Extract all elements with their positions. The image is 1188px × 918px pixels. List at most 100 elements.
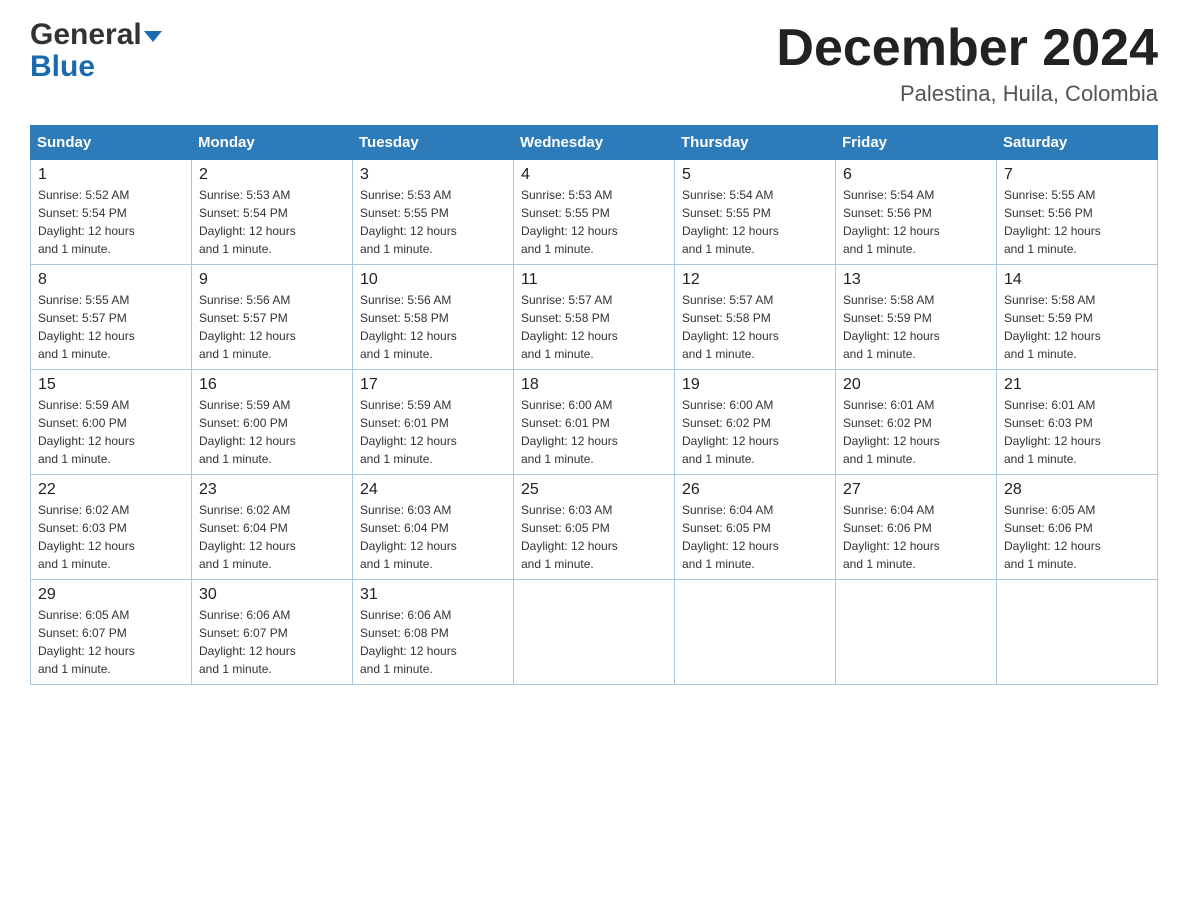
calendar-cell: 18 Sunrise: 6:00 AM Sunset: 6:01 PM Dayl…	[514, 370, 675, 475]
calendar-cell: 21 Sunrise: 6:01 AM Sunset: 6:03 PM Dayl…	[997, 370, 1158, 475]
day-number: 15	[38, 376, 184, 394]
day-info: Sunrise: 5:56 AM Sunset: 5:58 PM Dayligh…	[360, 291, 506, 363]
day-number: 19	[682, 376, 828, 394]
weekday-header-saturday: Saturday	[997, 126, 1158, 160]
calendar-week-row: 15 Sunrise: 5:59 AM Sunset: 6:00 PM Dayl…	[31, 370, 1158, 475]
day-info: Sunrise: 5:57 AM Sunset: 5:58 PM Dayligh…	[521, 291, 667, 363]
calendar-cell: 2 Sunrise: 5:53 AM Sunset: 5:54 PM Dayli…	[192, 160, 353, 265]
day-info: Sunrise: 6:05 AM Sunset: 6:07 PM Dayligh…	[38, 606, 184, 678]
day-number: 24	[360, 481, 506, 499]
calendar-cell: 22 Sunrise: 6:02 AM Sunset: 6:03 PM Dayl…	[31, 475, 192, 580]
day-number: 16	[199, 376, 345, 394]
day-info: Sunrise: 5:52 AM Sunset: 5:54 PM Dayligh…	[38, 186, 184, 258]
weekday-header-tuesday: Tuesday	[353, 126, 514, 160]
day-number: 20	[843, 376, 989, 394]
calendar-cell: 25 Sunrise: 6:03 AM Sunset: 6:05 PM Dayl…	[514, 475, 675, 580]
calendar-cell: 24 Sunrise: 6:03 AM Sunset: 6:04 PM Dayl…	[353, 475, 514, 580]
calendar-cell: 10 Sunrise: 5:56 AM Sunset: 5:58 PM Dayl…	[353, 265, 514, 370]
calendar-table: SundayMondayTuesdayWednesdayThursdayFrid…	[30, 125, 1158, 685]
weekday-header-thursday: Thursday	[675, 126, 836, 160]
calendar-cell: 4 Sunrise: 5:53 AM Sunset: 5:55 PM Dayli…	[514, 160, 675, 265]
day-number: 13	[843, 271, 989, 289]
day-number: 2	[199, 166, 345, 184]
day-info: Sunrise: 6:00 AM Sunset: 6:01 PM Dayligh…	[521, 396, 667, 468]
day-number: 28	[1004, 481, 1150, 499]
day-info: Sunrise: 6:03 AM Sunset: 6:04 PM Dayligh…	[360, 501, 506, 573]
calendar-week-row: 1 Sunrise: 5:52 AM Sunset: 5:54 PM Dayli…	[31, 160, 1158, 265]
calendar-week-row: 22 Sunrise: 6:02 AM Sunset: 6:03 PM Dayl…	[31, 475, 1158, 580]
calendar-week-row: 29 Sunrise: 6:05 AM Sunset: 6:07 PM Dayl…	[31, 580, 1158, 685]
calendar-cell: 5 Sunrise: 5:54 AM Sunset: 5:55 PM Dayli…	[675, 160, 836, 265]
calendar-cell: 15 Sunrise: 5:59 AM Sunset: 6:00 PM Dayl…	[31, 370, 192, 475]
calendar-cell: 13 Sunrise: 5:58 AM Sunset: 5:59 PM Dayl…	[836, 265, 997, 370]
day-info: Sunrise: 6:02 AM Sunset: 6:04 PM Dayligh…	[199, 501, 345, 573]
calendar-cell: 14 Sunrise: 5:58 AM Sunset: 5:59 PM Dayl…	[997, 265, 1158, 370]
day-info: Sunrise: 5:59 AM Sunset: 6:00 PM Dayligh…	[199, 396, 345, 468]
calendar-cell: 28 Sunrise: 6:05 AM Sunset: 6:06 PM Dayl…	[997, 475, 1158, 580]
calendar-cell: 30 Sunrise: 6:06 AM Sunset: 6:07 PM Dayl…	[192, 580, 353, 685]
day-number: 5	[682, 166, 828, 184]
day-number: 11	[521, 271, 667, 289]
calendar-cell: 29 Sunrise: 6:05 AM Sunset: 6:07 PM Dayl…	[31, 580, 192, 685]
day-number: 18	[521, 376, 667, 394]
day-info: Sunrise: 6:04 AM Sunset: 6:06 PM Dayligh…	[843, 501, 989, 573]
calendar-cell: 17 Sunrise: 5:59 AM Sunset: 6:01 PM Dayl…	[353, 370, 514, 475]
calendar-cell: 7 Sunrise: 5:55 AM Sunset: 5:56 PM Dayli…	[997, 160, 1158, 265]
day-info: Sunrise: 5:59 AM Sunset: 6:00 PM Dayligh…	[38, 396, 184, 468]
day-number: 4	[521, 166, 667, 184]
calendar-cell: 20 Sunrise: 6:01 AM Sunset: 6:02 PM Dayl…	[836, 370, 997, 475]
day-info: Sunrise: 6:05 AM Sunset: 6:06 PM Dayligh…	[1004, 501, 1150, 573]
day-info: Sunrise: 5:56 AM Sunset: 5:57 PM Dayligh…	[199, 291, 345, 363]
calendar-cell	[836, 580, 997, 685]
day-number: 27	[843, 481, 989, 499]
day-number: 1	[38, 166, 184, 184]
day-info: Sunrise: 5:59 AM Sunset: 6:01 PM Dayligh…	[360, 396, 506, 468]
day-info: Sunrise: 6:03 AM Sunset: 6:05 PM Dayligh…	[521, 501, 667, 573]
calendar-cell: 16 Sunrise: 5:59 AM Sunset: 6:00 PM Dayl…	[192, 370, 353, 475]
day-number: 12	[682, 271, 828, 289]
day-number: 10	[360, 271, 506, 289]
day-number: 30	[199, 586, 345, 604]
day-number: 8	[38, 271, 184, 289]
day-info: Sunrise: 5:57 AM Sunset: 5:58 PM Dayligh…	[682, 291, 828, 363]
calendar-cell: 19 Sunrise: 6:00 AM Sunset: 6:02 PM Dayl…	[675, 370, 836, 475]
day-info: Sunrise: 5:53 AM Sunset: 5:55 PM Dayligh…	[521, 186, 667, 258]
day-number: 22	[38, 481, 184, 499]
day-number: 26	[682, 481, 828, 499]
day-info: Sunrise: 6:01 AM Sunset: 6:02 PM Dayligh…	[843, 396, 989, 468]
day-info: Sunrise: 5:53 AM Sunset: 5:54 PM Dayligh…	[199, 186, 345, 258]
day-info: Sunrise: 5:53 AM Sunset: 5:55 PM Dayligh…	[360, 186, 506, 258]
calendar-title: December 2024	[776, 20, 1158, 77]
weekday-header-sunday: Sunday	[31, 126, 192, 160]
day-number: 29	[38, 586, 184, 604]
day-number: 17	[360, 376, 506, 394]
day-info: Sunrise: 6:06 AM Sunset: 6:07 PM Dayligh…	[199, 606, 345, 678]
logo: General Blue	[30, 20, 162, 84]
day-number: 25	[521, 481, 667, 499]
weekday-header-friday: Friday	[836, 126, 997, 160]
calendar-cell	[675, 580, 836, 685]
day-info: Sunrise: 6:06 AM Sunset: 6:08 PM Dayligh…	[360, 606, 506, 678]
day-info: Sunrise: 6:00 AM Sunset: 6:02 PM Dayligh…	[682, 396, 828, 468]
day-info: Sunrise: 5:55 AM Sunset: 5:57 PM Dayligh…	[38, 291, 184, 363]
day-number: 7	[1004, 166, 1150, 184]
day-number: 9	[199, 271, 345, 289]
calendar-week-row: 8 Sunrise: 5:55 AM Sunset: 5:57 PM Dayli…	[31, 265, 1158, 370]
calendar-cell: 1 Sunrise: 5:52 AM Sunset: 5:54 PM Dayli…	[31, 160, 192, 265]
day-info: Sunrise: 5:58 AM Sunset: 5:59 PM Dayligh…	[843, 291, 989, 363]
calendar-cell: 26 Sunrise: 6:04 AM Sunset: 6:05 PM Dayl…	[675, 475, 836, 580]
day-info: Sunrise: 6:01 AM Sunset: 6:03 PM Dayligh…	[1004, 396, 1150, 468]
day-info: Sunrise: 5:54 AM Sunset: 5:56 PM Dayligh…	[843, 186, 989, 258]
calendar-cell: 12 Sunrise: 5:57 AM Sunset: 5:58 PM Dayl…	[675, 265, 836, 370]
title-block: December 2024 Palestina, Huila, Colombia	[776, 20, 1158, 107]
weekday-header-row: SundayMondayTuesdayWednesdayThursdayFrid…	[31, 126, 1158, 160]
calendar-cell: 11 Sunrise: 5:57 AM Sunset: 5:58 PM Dayl…	[514, 265, 675, 370]
calendar-cell: 27 Sunrise: 6:04 AM Sunset: 6:06 PM Dayl…	[836, 475, 997, 580]
day-info: Sunrise: 6:02 AM Sunset: 6:03 PM Dayligh…	[38, 501, 184, 573]
day-number: 31	[360, 586, 506, 604]
calendar-cell: 8 Sunrise: 5:55 AM Sunset: 5:57 PM Dayli…	[31, 265, 192, 370]
day-info: Sunrise: 5:55 AM Sunset: 5:56 PM Dayligh…	[1004, 186, 1150, 258]
page-header: General Blue December 2024 Palestina, Hu…	[30, 20, 1158, 107]
logo-general-text: General	[30, 20, 142, 50]
weekday-header-monday: Monday	[192, 126, 353, 160]
